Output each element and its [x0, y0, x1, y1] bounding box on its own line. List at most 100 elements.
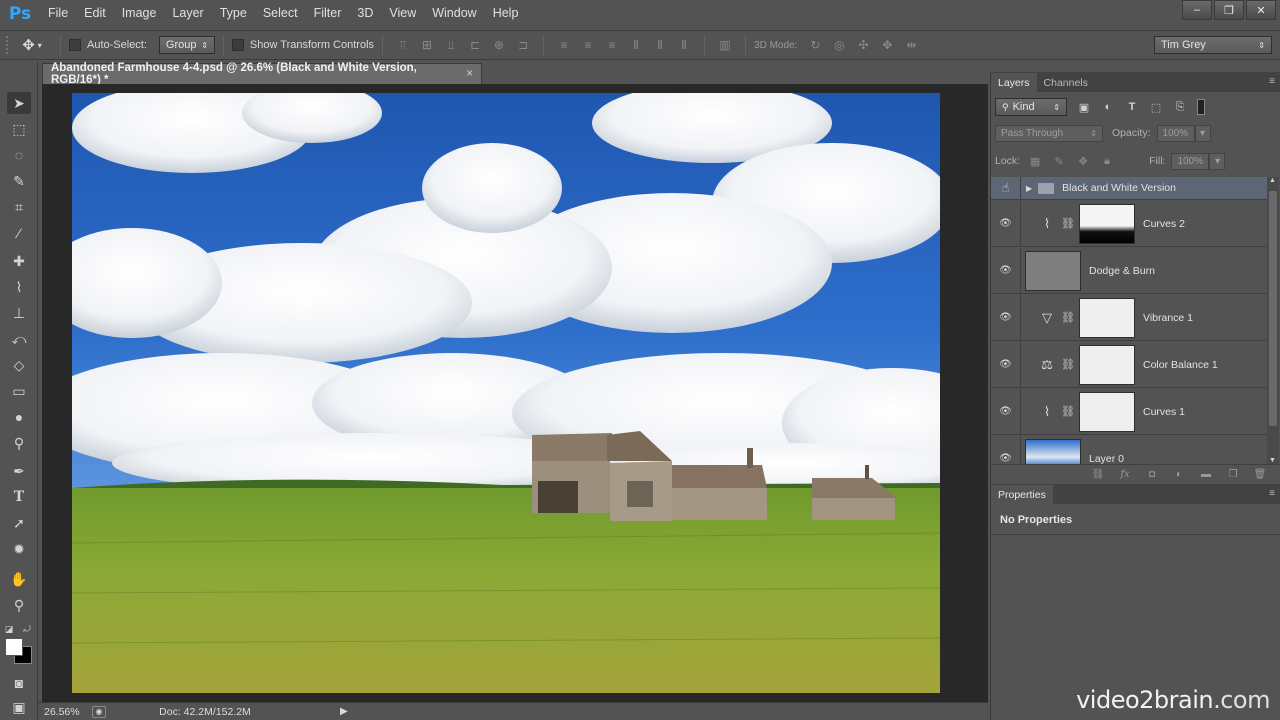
tab-channels[interactable]: Channels	[1037, 73, 1095, 92]
gradient-tool-icon[interactable]: ▭	[7, 380, 31, 402]
panel-menu-icon[interactable]: ≡	[1269, 488, 1275, 499]
status-menu-arrow-icon[interactable]: ▶	[340, 706, 348, 717]
lock-transparent-icon[interactable]: ▦	[1028, 154, 1042, 168]
align-hcenter-icon[interactable]: ⊕	[491, 38, 507, 52]
layer-row-vibrance-1[interactable]: 👁︎ ▽ ⛓︎ Vibrance 1	[991, 295, 1267, 341]
menu-help[interactable]: Help	[485, 0, 527, 27]
expand-triangle-icon[interactable]: ▶	[1026, 184, 1032, 193]
minimize-button[interactable]: –	[1182, 0, 1212, 20]
layer-mask-thumbnail[interactable]	[1079, 391, 1135, 432]
mask-link-icon[interactable]: ⛓︎	[1061, 311, 1075, 324]
new-group-icon[interactable]: ▬	[1199, 468, 1213, 482]
fill-field[interactable]: 100%	[1171, 152, 1210, 170]
menu-window[interactable]: Window	[424, 0, 484, 27]
layer-mask-thumbnail[interactable]	[1079, 297, 1135, 338]
eye-icon[interactable]: 👁︎	[991, 201, 1021, 246]
trash-icon[interactable]: 🗑︎	[1253, 468, 1267, 482]
distribute-left-icon[interactable]: ⦀	[628, 38, 644, 52]
fill-slider-button[interactable]: ▾	[1209, 152, 1226, 170]
close-document-icon[interactable]: ×	[466, 68, 473, 80]
layers-scrollbar[interactable]: ▲ ▼	[1267, 177, 1279, 464]
menu-edit[interactable]: Edit	[76, 0, 114, 27]
eye-icon[interactable]: 👁︎	[991, 248, 1021, 293]
menu-image[interactable]: Image	[114, 0, 165, 27]
foreground-color-swatch[interactable]	[5, 638, 23, 656]
opacity-slider-button[interactable]: ▾	[1194, 124, 1211, 142]
default-colors-icon[interactable]: ◪	[4, 618, 14, 640]
scroll-down-icon[interactable]: ▼	[1269, 457, 1276, 464]
3d-pan-icon[interactable]: ✣	[855, 38, 871, 52]
restore-button[interactable]: ❐	[1214, 0, 1244, 20]
align-top-icon[interactable]: ⫪	[395, 38, 411, 52]
layer-row-color-balance-1[interactable]: 👁︎ ⚖ ⛓︎ Color Balance 1	[991, 342, 1267, 388]
menu-layer[interactable]: Layer	[164, 0, 211, 27]
quick-mask-icon[interactable]: ◙	[7, 672, 31, 694]
distribute-hcenter-icon[interactable]: ⦀	[652, 38, 668, 52]
blend-mode-dropdown[interactable]: Pass Through ⇕	[995, 124, 1103, 142]
visibility-toggle[interactable]: ☝	[991, 177, 1021, 199]
add-mask-icon[interactable]: ◘	[1145, 468, 1159, 482]
marquee-tool-icon[interactable]: ⬚	[7, 118, 31, 140]
align-left-icon[interactable]: ⊏	[467, 38, 483, 52]
filter-type-icon[interactable]: T	[1125, 100, 1139, 114]
auto-select-dropdown[interactable]: Group ⇕	[158, 36, 215, 54]
path-select-tool-icon[interactable]: ➚	[7, 512, 31, 534]
quick-select-tool-icon[interactable]: ✎	[7, 170, 31, 192]
link-layers-icon[interactable]: ⛓︎	[1091, 468, 1105, 482]
healing-brush-tool-icon[interactable]: ✚	[7, 250, 31, 272]
layer-thumbnail[interactable]	[1025, 250, 1081, 291]
layer-style-icon[interactable]: fx	[1118, 468, 1132, 482]
lock-image-icon[interactable]: ✎	[1052, 154, 1066, 168]
3d-slide-icon[interactable]: ✥	[879, 38, 895, 52]
layer-row-dodge-burn[interactable]: 👁︎ Dodge & Burn	[991, 248, 1267, 294]
menu-type[interactable]: Type	[212, 0, 255, 27]
menu-view[interactable]: View	[381, 0, 424, 27]
eyedropper-tool-icon[interactable]: ⁄	[7, 222, 31, 244]
close-button[interactable]: ✕	[1246, 0, 1276, 20]
3d-rotate-icon[interactable]: ↻	[807, 38, 823, 52]
eye-icon[interactable]: 👁︎	[991, 389, 1021, 434]
auto-select-checkbox[interactable]	[69, 39, 81, 51]
crop-tool-icon[interactable]: ⌗	[7, 196, 31, 218]
blur-tool-icon[interactable]: ●	[7, 406, 31, 428]
layer-row-curves-1[interactable]: 👁︎ ⌇ ⛓︎ Curves 1	[991, 389, 1267, 435]
lock-position-icon[interactable]: ✥	[1076, 154, 1090, 168]
history-brush-tool-icon[interactable]: ⤺	[7, 328, 31, 350]
layer-row-curves-2[interactable]: 👁︎ ⌇ ⛓︎ Curves 2	[991, 201, 1267, 247]
align-right-icon[interactable]: ⊐	[515, 38, 531, 52]
mask-link-icon[interactable]: ⛓︎	[1061, 405, 1075, 418]
filter-shape-icon[interactable]: ⬚	[1149, 100, 1163, 114]
auto-align-icon[interactable]: ▥	[717, 38, 733, 52]
new-layer-icon[interactable]: ❐	[1226, 468, 1240, 482]
lasso-tool-icon[interactable]: ◌	[7, 144, 31, 166]
scrollbar-thumb[interactable]	[1269, 191, 1277, 426]
menu-select[interactable]: Select	[255, 0, 306, 27]
layer-thumbnail[interactable]	[1025, 438, 1081, 464]
mask-link-icon[interactable]: ⛓︎	[1061, 358, 1075, 371]
distribute-bottom-icon[interactable]: ≡	[604, 38, 620, 52]
filter-adjustment-icon[interactable]: ◐	[1101, 100, 1115, 114]
distribute-vcenter-icon[interactable]: ≡	[580, 38, 596, 52]
layer-row-layer-0[interactable]: 👁︎ Layer 0	[991, 436, 1267, 464]
screen-mode-icon[interactable]: ▣	[7, 696, 31, 718]
document-image[interactable]	[72, 93, 940, 693]
workspace-dropdown[interactable]: Tim Grey ⇕	[1154, 36, 1272, 54]
tab-layers[interactable]: Layers	[991, 73, 1037, 92]
opacity-field[interactable]: 100%	[1156, 124, 1195, 142]
align-bottom-icon[interactable]: ⫫	[443, 38, 459, 52]
document-tab[interactable]: Abandoned Farmhouse 4-4.psd @ 26.6% (Bla…	[42, 62, 482, 86]
panel-menu-icon[interactable]: ≡	[1269, 76, 1275, 87]
distribute-top-icon[interactable]: ≡	[556, 38, 572, 52]
eye-icon[interactable]: 👁︎	[991, 342, 1021, 387]
eye-icon[interactable]: 👁︎	[991, 436, 1021, 464]
3d-scale-icon[interactable]: ⇹	[903, 38, 919, 52]
filter-smartobject-icon[interactable]: ⎘	[1173, 100, 1187, 114]
mask-link-icon[interactable]: ⛓︎	[1061, 217, 1075, 230]
scroll-up-icon[interactable]: ▲	[1269, 177, 1276, 184]
status-info-icon[interactable]: ◉	[92, 705, 106, 718]
distribute-right-icon[interactable]: ⦀	[676, 38, 692, 52]
shape-tool-icon[interactable]: ✹	[7, 538, 31, 560]
brush-tool-icon[interactable]: ⌇	[7, 276, 31, 298]
type-tool-icon[interactable]: T	[7, 486, 31, 508]
filter-pixel-icon[interactable]: ▣	[1077, 100, 1091, 114]
